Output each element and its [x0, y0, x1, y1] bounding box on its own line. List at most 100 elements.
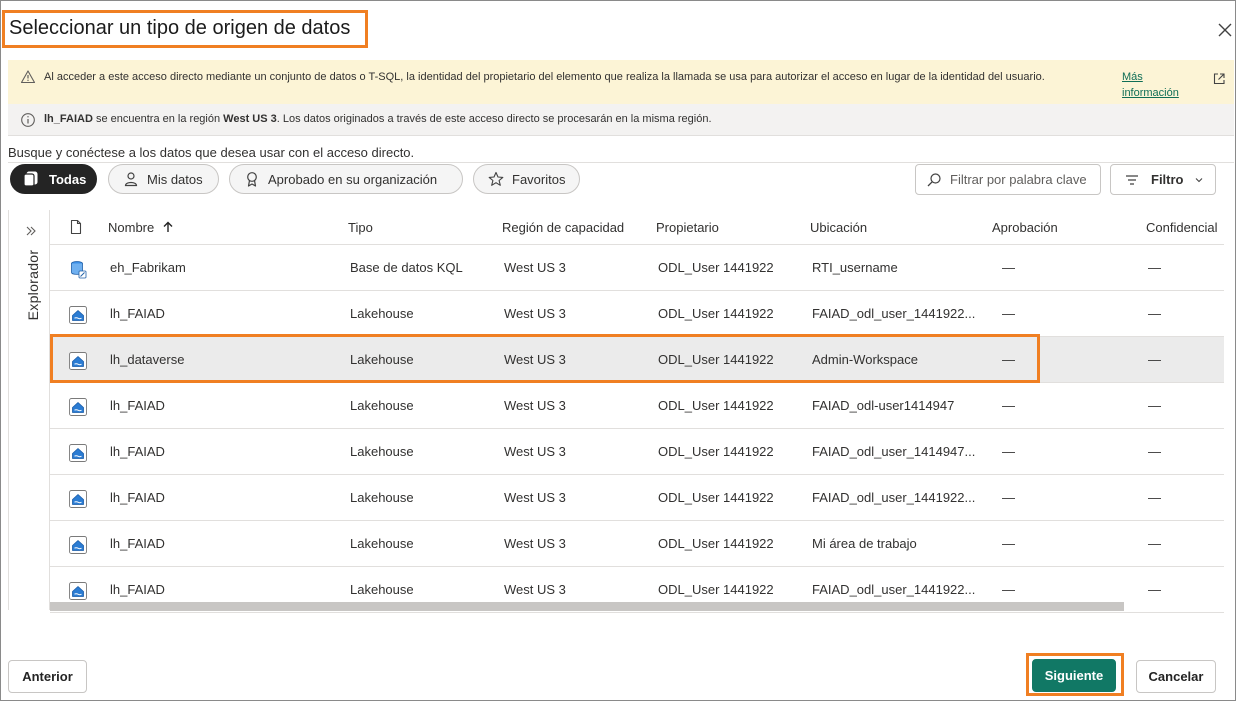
row-region: West US 3 [504, 398, 566, 413]
star-icon [488, 171, 504, 186]
row-type: Lakehouse [350, 306, 414, 321]
row-name: lh_FAIAD [110, 582, 165, 597]
dialog-title: Seleccionar un tipo de origen de datos [9, 17, 351, 39]
row-approval: — [1002, 352, 1015, 367]
row-location: Mi área de trabajo [812, 536, 917, 551]
table-row[interactable]: eh_Fabrikam Base de datos KQL West US 3 ODL… [50, 245, 1224, 291]
table-row[interactable]: lh_FAIAD Lakehouse West US 3 ODL_User 14419… [50, 475, 1224, 521]
row-approval: — [1002, 582, 1015, 597]
row-sensitivity: — [1148, 444, 1161, 459]
row-region: West US 3 [504, 536, 566, 551]
row-name: lh_FAIAD [110, 490, 165, 505]
table-row[interactable]: lh_FAIAD Lakehouse West US 3 ODL_User 14419… [50, 429, 1224, 475]
row-name: lh_FAIAD [110, 306, 165, 321]
row-type: Base de datos KQL [350, 260, 463, 275]
filter-button-label: Filtro [1151, 172, 1184, 187]
column-header-approval[interactable]: Aprobación [992, 220, 1058, 235]
row-approval: — [1002, 398, 1015, 413]
row-owner: ODL_User 1441922 [658, 398, 774, 413]
warning-banner: Al acceder a este acceso directo mediant… [8, 60, 1234, 104]
row-approval: — [1002, 444, 1015, 459]
search-input[interactable] [948, 171, 1098, 188]
row-type: Lakehouse [350, 536, 414, 551]
column-header-sensitivity[interactable]: Confidencial [1146, 220, 1218, 235]
open-external-icon[interactable] [1212, 72, 1226, 86]
intro-text: Busque y conéctese a los datos que desea… [8, 145, 415, 160]
next-button[interactable]: Siguiente [1032, 659, 1116, 692]
row-location: RTI_username [812, 260, 898, 275]
row-region: West US 3 [504, 490, 566, 505]
row-owner: ODL_User 1441922 [658, 536, 774, 551]
explorer-label[interactable]: Explorador [25, 250, 41, 321]
table-row[interactable]: lh_FAIAD Lakehouse West US 3 ODL_User 14419… [50, 291, 1224, 337]
search-icon [927, 172, 941, 186]
row-owner: ODL_User 1441922 [658, 490, 774, 505]
table-header: Nombre Tipo Región de capacidad Propieta… [50, 210, 1224, 245]
column-header-name-label: Nombre [108, 220, 155, 235]
row-location: Admin-Workspace [812, 352, 918, 367]
filter-button[interactable]: Filtro [1110, 164, 1216, 195]
row-type: Lakehouse [350, 490, 414, 505]
row-region: West US 3 [504, 582, 566, 597]
chevron-down-icon [1195, 177, 1202, 182]
row-sensitivity: — [1148, 352, 1161, 367]
column-header-owner[interactable]: Propietario [656, 220, 719, 235]
filter-all-label: Todas [49, 171, 87, 187]
filter-approved-button[interactable]: Aprobado en su organización [229, 164, 463, 194]
filter-my-data-button[interactable]: Mis datos [108, 164, 219, 194]
column-header-name[interactable]: Nombre [108, 220, 174, 235]
table-row[interactable]: lh_FAIAD Lakehouse West US 3 ODL_User 14419… [50, 521, 1224, 567]
row-type: Lakehouse [350, 352, 414, 367]
info-banner: lh_FAIAD se encuentra en la región West … [8, 104, 1234, 136]
row-approval: — [1002, 536, 1015, 551]
table-row[interactable]: lh_dataverse Lakehouse West US 3 ODL_User 1… [50, 337, 1224, 383]
lakehouse-icon [69, 536, 87, 554]
row-region: West US 3 [504, 306, 566, 321]
row-sensitivity: — [1148, 306, 1161, 321]
filter-favorites-button[interactable]: Favoritos [473, 164, 580, 194]
filter-all-button[interactable]: Todas [10, 164, 97, 194]
row-name: lh_dataverse [110, 352, 185, 367]
double-chevron-right-icon[interactable] [24, 224, 38, 238]
row-name: lh_FAIAD [110, 444, 165, 459]
divider [8, 210, 9, 610]
search-box[interactable] [915, 164, 1101, 195]
column-header-type[interactable]: Tipo [348, 220, 373, 235]
close-icon[interactable] [1216, 21, 1234, 39]
more-info-link[interactable]: Más información [1122, 69, 1192, 101]
row-owner: ODL_User 1441922 [658, 582, 774, 597]
document-icon [70, 219, 82, 235]
row-type: Lakehouse [350, 398, 414, 413]
filter-lines-icon [1126, 174, 1138, 185]
column-header-location[interactable]: Ubicación [810, 220, 867, 235]
divider [8, 162, 1234, 163]
row-location: FAIAD_odl-user1414947 [812, 398, 955, 413]
row-approval: — [1002, 490, 1015, 505]
row-type: Lakehouse [350, 582, 414, 597]
row-sensitivity: — [1148, 260, 1161, 275]
lakehouse-icon [69, 306, 87, 324]
info-tail: . Los datos originados a través de este … [276, 113, 712, 125]
row-owner: ODL_User 1441922 [658, 260, 774, 275]
row-sensitivity: — [1148, 490, 1161, 505]
row-owner: ODL_User 1441922 [658, 352, 774, 367]
horizontal-scrollbar[interactable] [50, 602, 1124, 611]
row-owner: ODL_User 1441922 [658, 306, 774, 321]
lakehouse-icon [69, 352, 87, 370]
row-sensitivity: — [1148, 536, 1161, 551]
column-header-region[interactable]: Región de capacidad [502, 220, 624, 235]
lakehouse-icon [69, 444, 87, 462]
kql-database-icon [71, 261, 87, 279]
row-region: West US 3 [504, 444, 566, 459]
lakehouse-icon [69, 582, 87, 600]
info-item-name: lh_FAIAD [44, 113, 93, 125]
back-button[interactable]: Anterior [8, 660, 87, 693]
sort-arrow-up-icon [163, 221, 173, 232]
filter-approved-label: Aprobado en su organización [268, 171, 438, 187]
row-name: eh_Fabrikam [110, 260, 186, 275]
lakehouse-icon [69, 398, 87, 416]
row-location: FAIAD_odl_user_1414947... [812, 444, 976, 459]
table-row[interactable]: lh_FAIAD Lakehouse West US 3 ODL_User 14419… [50, 383, 1224, 429]
row-location: FAIAD_odl_user_1441922... [812, 582, 976, 597]
cancel-button[interactable]: Cancelar [1136, 660, 1216, 693]
